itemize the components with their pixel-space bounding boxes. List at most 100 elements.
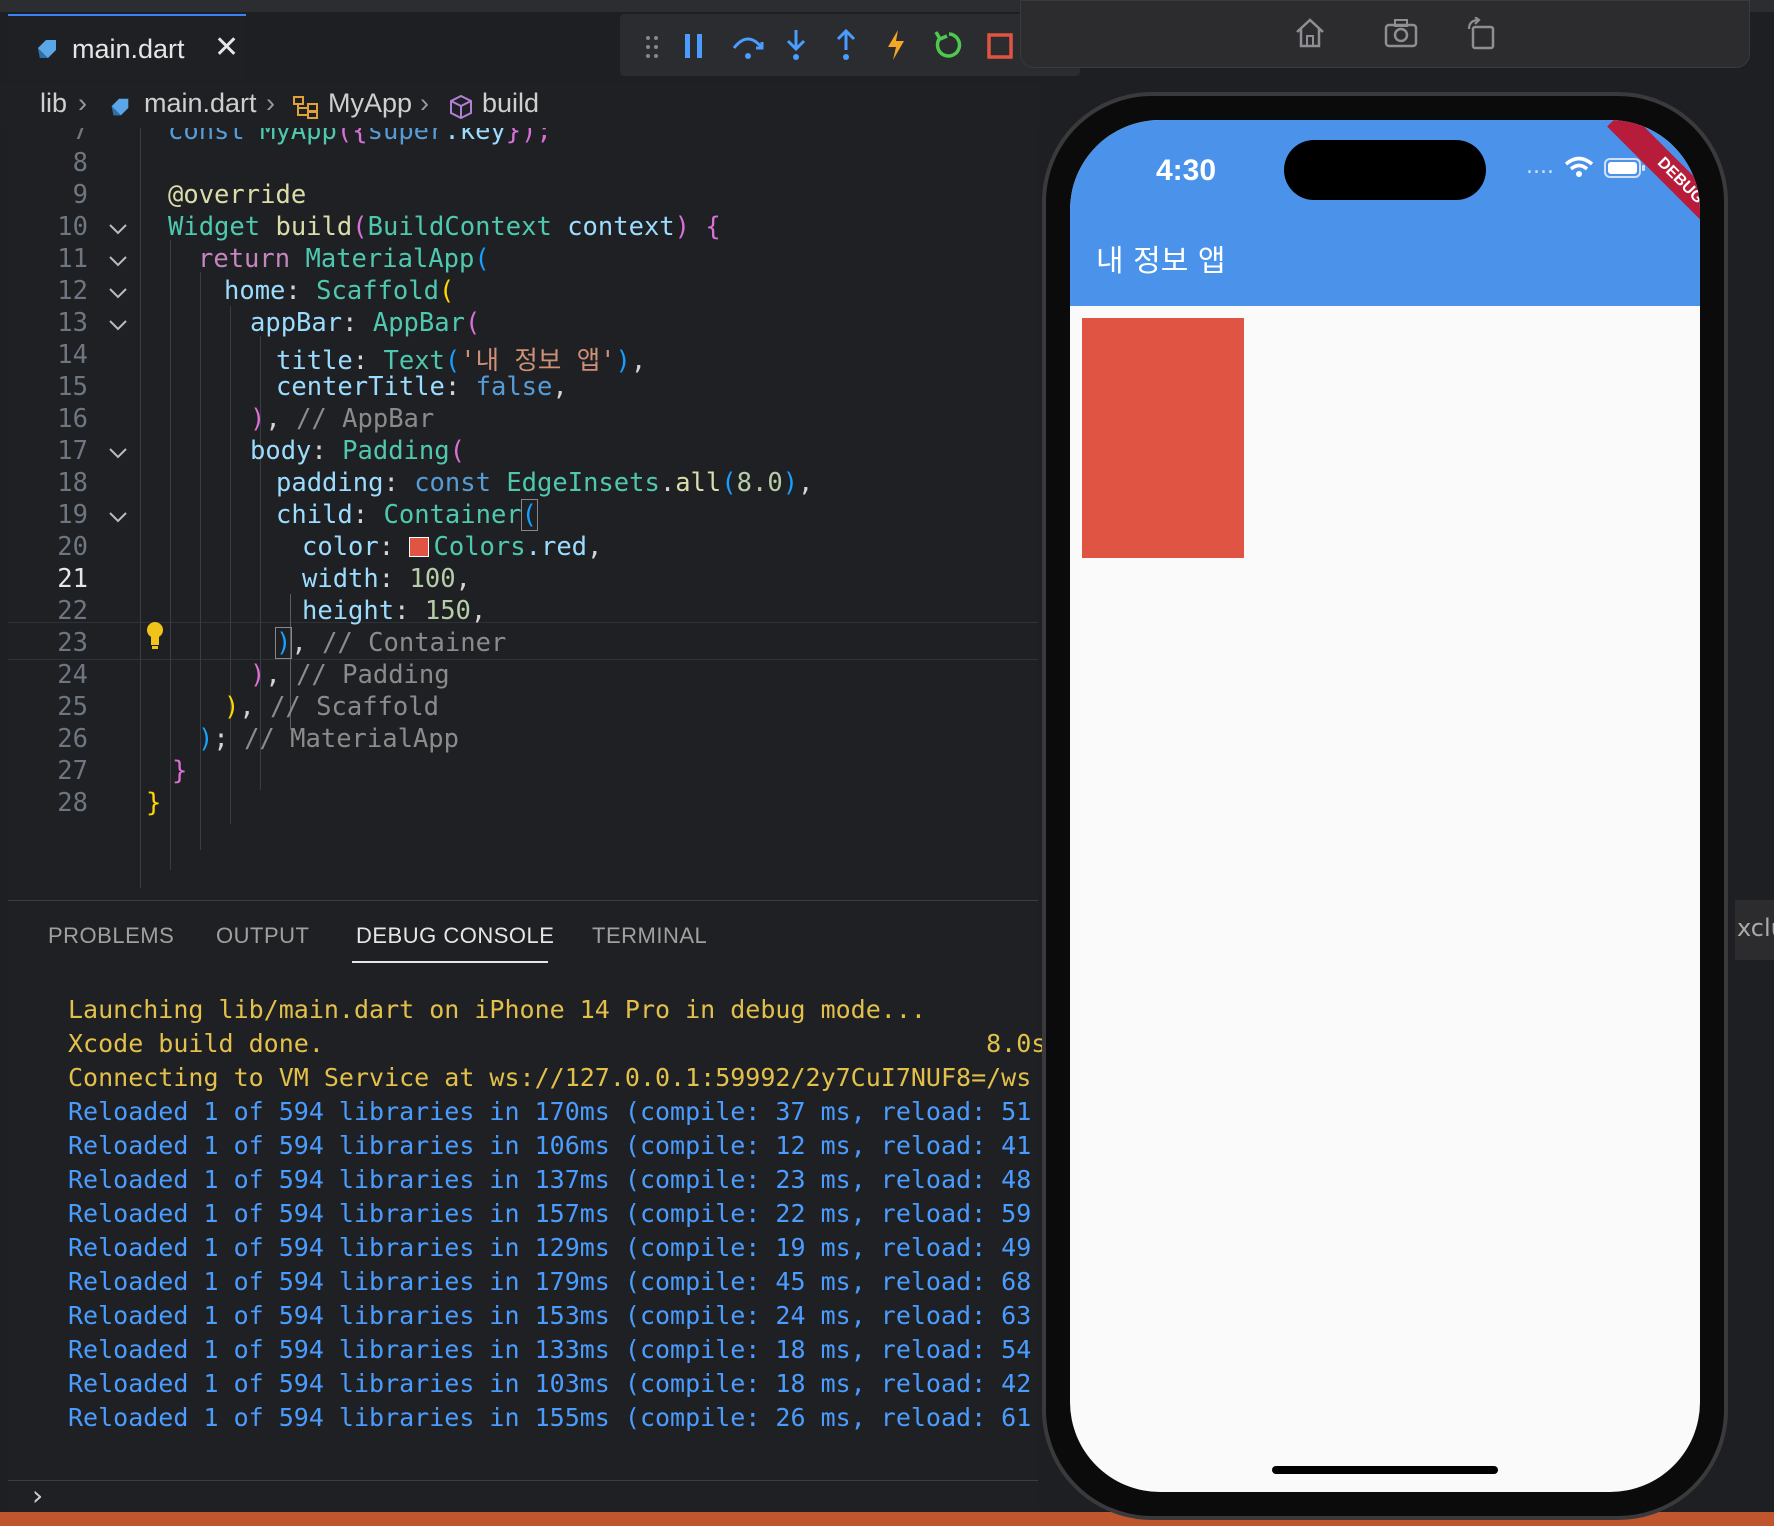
debug-toolbar — [620, 14, 1080, 76]
code-line-7: const MyApp({super.key}); — [168, 128, 552, 146]
line-number: 27 — [57, 756, 88, 786]
console-line: Connecting to VM Service at ws://127.0.0… — [68, 1063, 1032, 1092]
color-swatch[interactable] — [409, 537, 430, 557]
code-line-18: padding: const EdgeInsets.all(8.0), — [276, 468, 814, 498]
dart-icon — [111, 98, 129, 116]
right-edge-label: xclu — [1737, 914, 1774, 942]
home-indicator[interactable] — [1272, 1466, 1498, 1474]
console-line: Reloaded 1 of 594 libraries in 137ms (co… — [68, 1165, 1092, 1194]
indent-guide — [140, 128, 141, 888]
line-number: 16 — [57, 404, 88, 434]
code-line-12: home: Scaffold( — [224, 276, 455, 306]
class-icon — [293, 96, 318, 119]
console-line: Reloaded 1 of 594 libraries in 170ms (co… — [68, 1097, 1092, 1126]
screenshot-icon[interactable] — [1383, 17, 1419, 49]
code-line-10: Widget build(BuildContext context) { — [168, 212, 721, 242]
fold-chevron-icon[interactable] — [108, 446, 128, 460]
line-number: 14 — [57, 340, 88, 370]
console-line: Reloaded 1 of 594 libraries in 133ms (co… — [68, 1335, 1092, 1364]
lightbulb-icon[interactable] — [144, 620, 166, 650]
tab-problems[interactable]: PROBLEMS — [48, 923, 174, 949]
active-tab-indicator — [352, 961, 548, 963]
step-into-icon[interactable] — [782, 28, 810, 62]
step-out-icon[interactable] — [832, 28, 860, 62]
console-line: Reloaded 1 of 594 libraries in 179ms (co… — [68, 1267, 1092, 1296]
line-number: 10 — [57, 212, 88, 242]
code-line-26: ); // MaterialApp — [198, 724, 460, 754]
line-number: 26 — [57, 724, 88, 754]
method-icon — [450, 94, 472, 120]
rotate-icon[interactable] — [1465, 17, 1497, 51]
line-number: 8 — [72, 148, 88, 178]
fold-chevron-icon[interactable] — [108, 286, 128, 300]
breadcrumb-lib[interactable]: lib — [40, 88, 67, 119]
line-number: 17 — [57, 436, 88, 466]
line-number: 28 — [57, 788, 88, 818]
hot-reload-icon[interactable] — [884, 28, 908, 62]
step-over-icon[interactable] — [730, 30, 766, 62]
line-number: 25 — [57, 692, 88, 722]
line-number: 11 — [57, 244, 88, 274]
code-line-9: @override — [168, 180, 307, 210]
console-line: Reloaded 1 of 594 libraries in 155ms (co… — [68, 1403, 1092, 1432]
red-container — [1082, 318, 1244, 558]
line-number: 9 — [72, 180, 88, 210]
code-line-17: body: Padding( — [250, 436, 465, 466]
tab-terminal[interactable]: TERMINAL — [592, 923, 707, 949]
code-line-13: appBar: AppBar( — [250, 308, 481, 338]
line-number: 15 — [57, 372, 88, 402]
code-line-23: ), // Container — [274, 627, 507, 659]
pause-icon[interactable] — [682, 32, 706, 60]
line-number: 18 — [57, 468, 88, 498]
tab-output[interactable]: OUTPUT — [216, 923, 309, 949]
home-icon[interactable] — [1293, 17, 1327, 49]
indent-guide — [170, 240, 171, 870]
dynamic-island — [1284, 140, 1486, 200]
battery-icon — [1604, 158, 1645, 178]
bottom-panel: PROBLEMS OUTPUT DEBUG CONSOLE TERMINAL L… — [8, 900, 1092, 1481]
tab-debug-console[interactable]: DEBUG CONSOLE — [356, 923, 554, 949]
code-line-20: color: Colors.red, — [302, 532, 603, 562]
console-line: Reloaded 1 of 594 libraries in 129ms (co… — [68, 1233, 1092, 1262]
line-number: 7 — [72, 128, 88, 146]
console-line: Xcode build done. 8.0s — [68, 1029, 1047, 1058]
line-number: 12 — [57, 276, 88, 306]
fold-chevron-icon[interactable] — [108, 510, 128, 524]
chevron-right-icon: › — [78, 88, 87, 118]
prompt-chevron-icon: › — [32, 1479, 44, 1512]
breadcrumb-class[interactable]: MyApp — [328, 88, 412, 119]
simulator-screen[interactable]: 4:30 .... DEBUG 내 정보 앱 — [1070, 120, 1700, 1492]
breadcrumb: lib › main.dart › MyApp › build — [0, 84, 1040, 128]
code-editor[interactable]: 7 8 9 10 11 12 13 14 15 16 17 18 19 20 2… — [8, 128, 1038, 900]
code-line-25: ), // Scaffold — [224, 692, 439, 722]
close-icon[interactable]: ✕ — [214, 30, 239, 65]
restart-icon[interactable] — [932, 28, 966, 62]
console-line: Reloaded 1 of 594 libraries in 106ms (co… — [68, 1131, 1092, 1160]
code-line-16: ), // AppBar — [250, 404, 435, 434]
line-number-current: 21 — [57, 564, 88, 594]
breadcrumb-file[interactable]: main.dart — [144, 88, 257, 119]
console-line: Reloaded 1 of 594 libraries in 153ms (co… — [68, 1301, 1092, 1330]
simulator-toolbar — [1020, 0, 1750, 68]
line-number: 24 — [57, 660, 88, 690]
fold-chevron-icon[interactable] — [108, 222, 128, 236]
stop-icon[interactable] — [986, 32, 1014, 60]
status-time: 4:30 — [1156, 154, 1217, 187]
line-number: 19 — [57, 500, 88, 530]
code-line-11: return MaterialApp( — [198, 244, 490, 274]
breadcrumb-method[interactable]: build — [482, 88, 539, 119]
console-line: Launching lib/main.dart on iPhone 14 Pro… — [68, 995, 926, 1024]
line-number: 20 — [57, 532, 88, 562]
drag-handle-icon[interactable] — [644, 34, 660, 60]
app-bar-title: 내 정보 앱 — [1096, 244, 1226, 279]
tab-label: main.dart — [72, 34, 185, 64]
fold-chevron-icon[interactable] — [108, 318, 128, 332]
tab-main-dart[interactable]: main.dart ✕ — [8, 14, 246, 80]
line-number: 23 — [57, 628, 88, 658]
code-line-28: } — [146, 788, 162, 818]
dart-icon — [38, 40, 56, 58]
signal-icon: .... — [1526, 154, 1554, 179]
console-input[interactable]: › — [8, 1479, 1038, 1512]
fold-chevron-icon[interactable] — [108, 254, 128, 268]
app-bar: 4:30 .... DEBUG 내 정보 앱 — [1070, 120, 1700, 306]
